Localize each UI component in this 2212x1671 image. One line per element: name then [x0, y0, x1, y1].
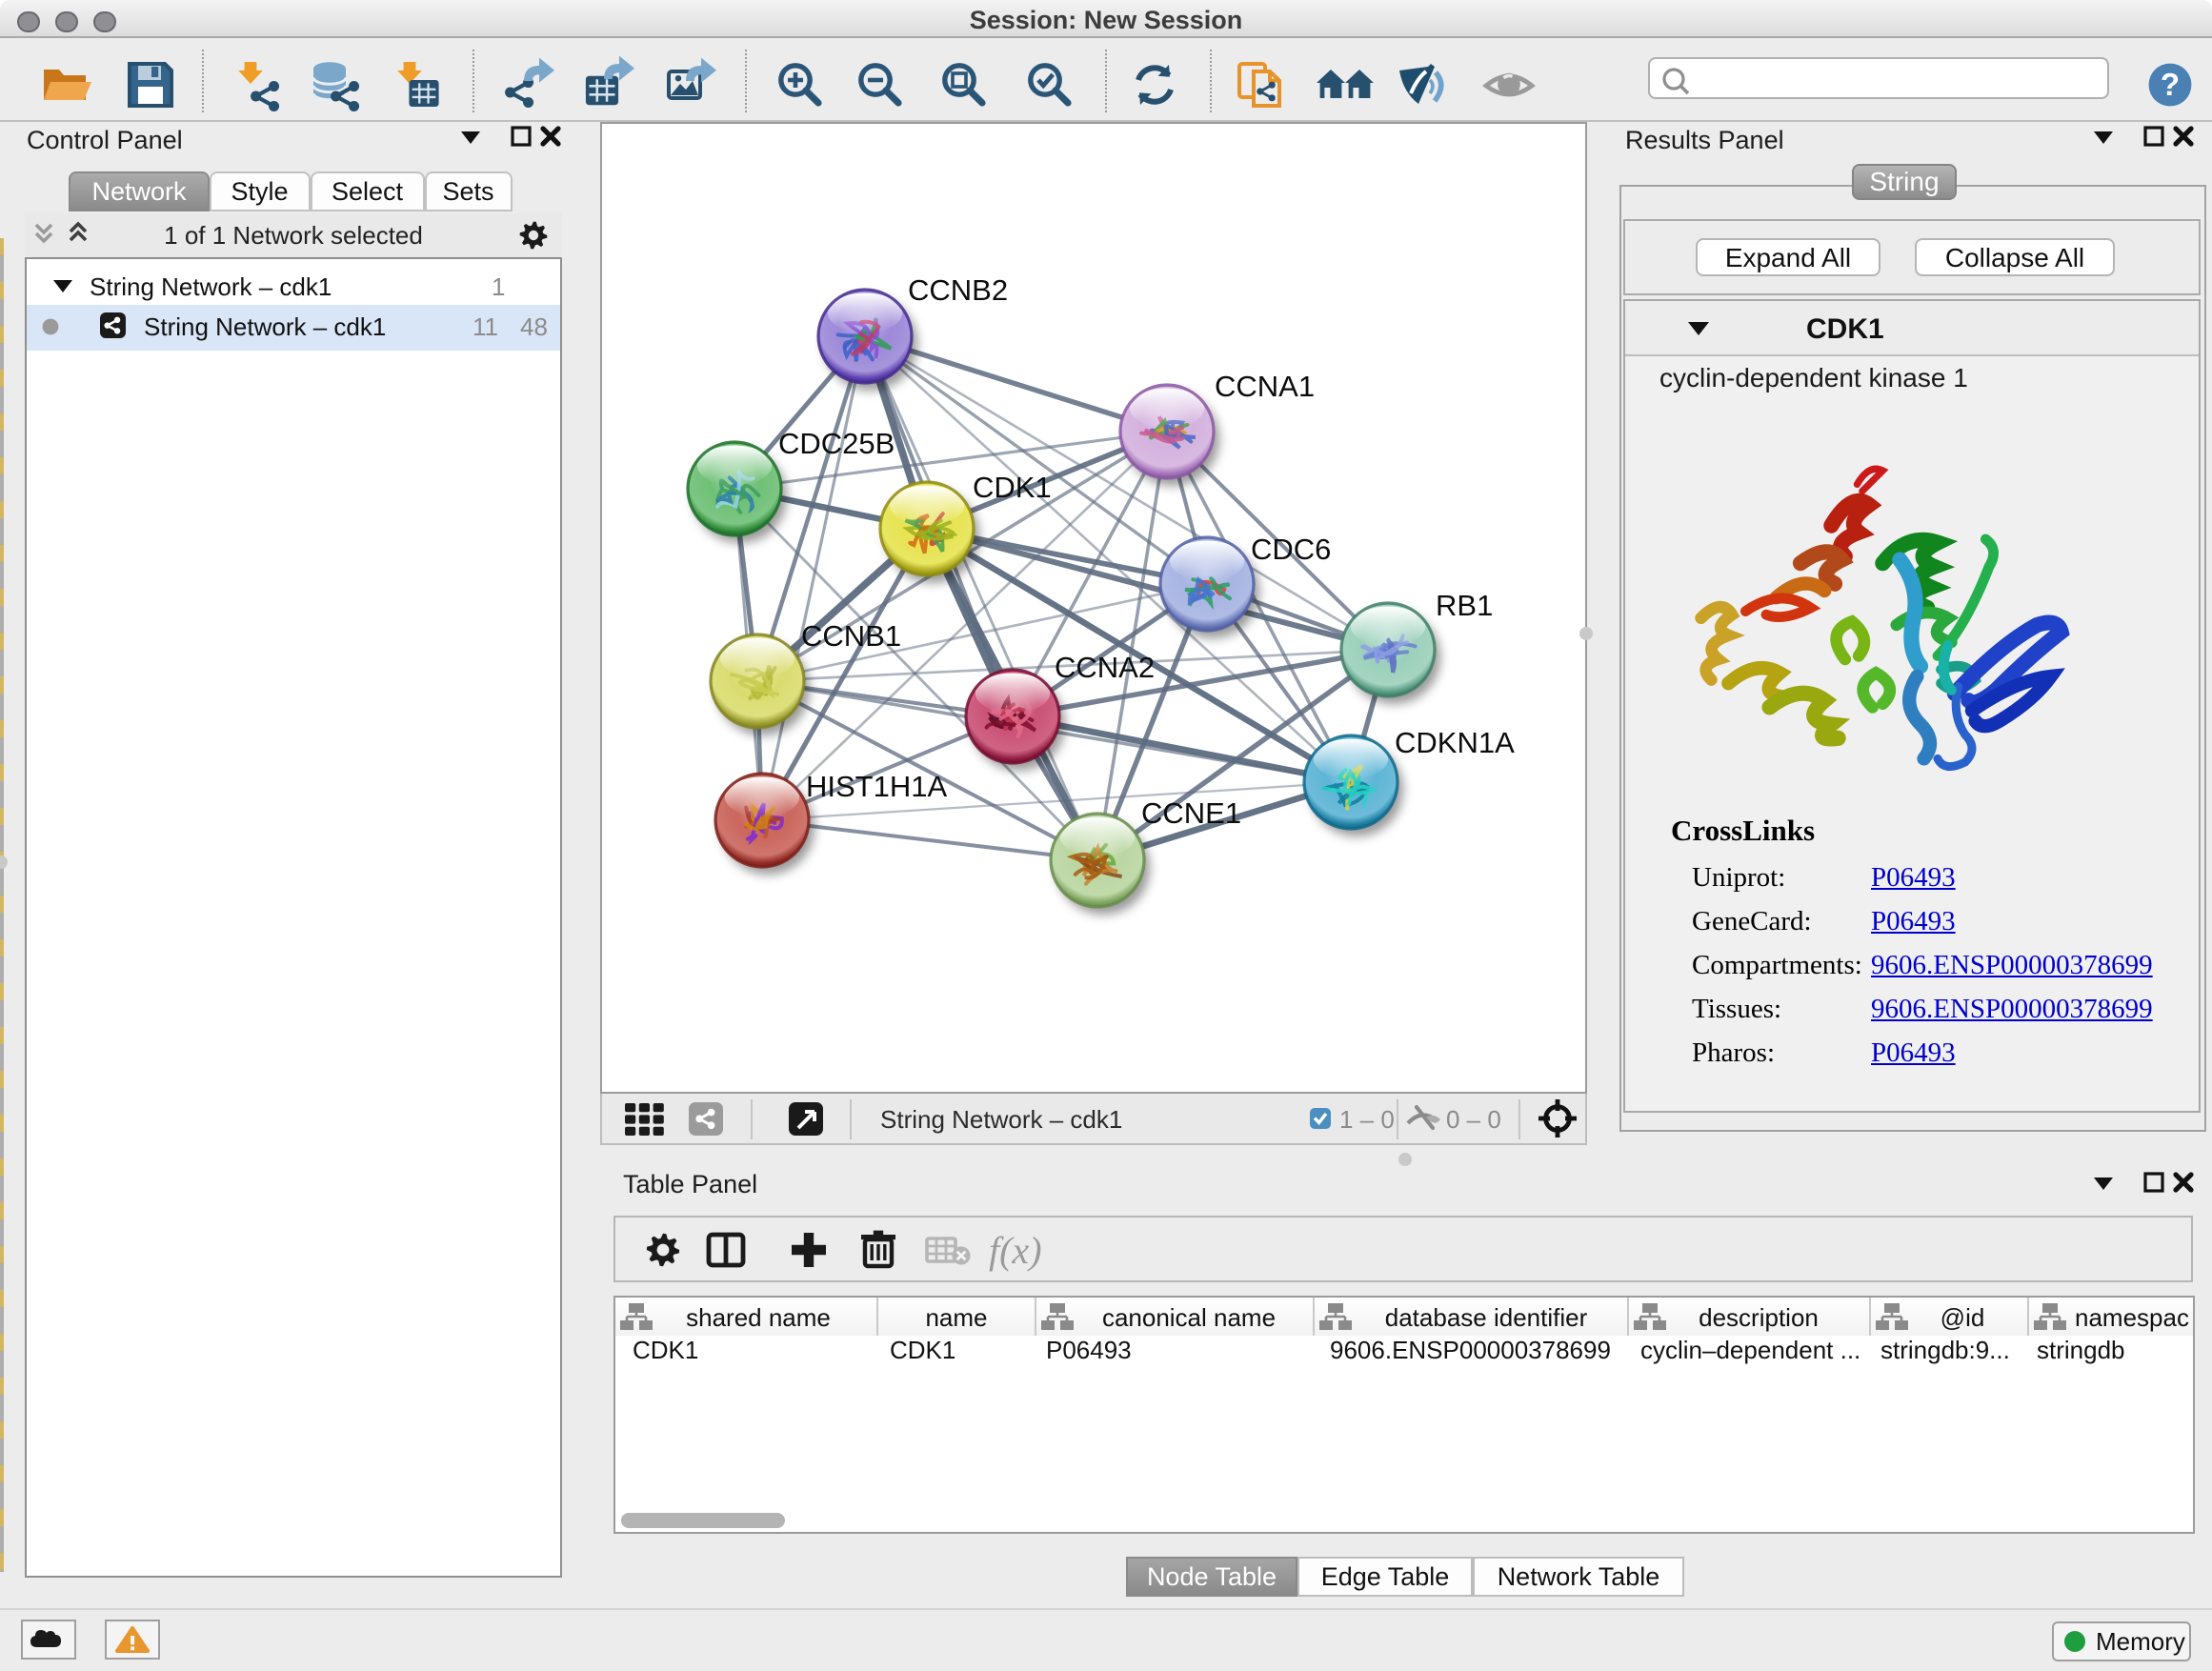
svg-text:CDK1: CDK1: [1806, 313, 1884, 345]
svg-text:database identifier: database identifier: [1385, 1303, 1588, 1332]
svg-text:shared name: shared name: [685, 1303, 830, 1332]
svg-text:CDK1: CDK1: [972, 470, 1051, 503]
svg-text:1: 1: [492, 272, 505, 300]
svg-text:description: description: [1699, 1303, 1819, 1332]
svg-text:@id: @id: [1941, 1303, 1985, 1332]
svg-text:RB1: RB1: [1435, 588, 1492, 621]
svg-text:1 of 1 Network selected: 1 of 1 Network selected: [164, 220, 423, 249]
svg-text:canonical name: canonical name: [1101, 1303, 1275, 1332]
svg-text:String Network – cdk1: String Network – cdk1: [879, 1104, 1121, 1133]
svg-text:?: ?: [2161, 66, 2180, 101]
svg-text:namespac: namespac: [2075, 1303, 2189, 1332]
svg-text:CCNB1: CCNB1: [800, 618, 900, 652]
svg-text:0 – 0: 0 – 0: [1445, 1104, 1500, 1133]
svg-text:CCNB2: CCNB2: [907, 272, 1007, 306]
svg-text:CCNA2: CCNA2: [1054, 650, 1154, 683]
svg-text:String Network – cdk1: String Network – cdk1: [90, 272, 332, 300]
svg-text:11: 11: [473, 312, 498, 341]
svg-text:CDC6: CDC6: [1250, 532, 1330, 565]
svg-text:CCNE1: CCNE1: [1140, 795, 1240, 829]
svg-text:CDKN1A: CDKN1A: [1394, 725, 1514, 758]
svg-text:1 – 0: 1 – 0: [1338, 1104, 1394, 1133]
svg-text:f(x): f(x): [988, 1229, 1041, 1272]
svg-text:CCNA1: CCNA1: [1214, 369, 1314, 402]
svg-text:CDC25B: CDC25B: [777, 426, 894, 459]
svg-text:name: name: [925, 1303, 987, 1332]
svg-text:String Network – cdk1: String Network – cdk1: [144, 312, 386, 341]
svg-text:HIST1H1A: HIST1H1A: [805, 769, 946, 802]
svg-text:Memory: Memory: [2096, 1626, 2185, 1655]
svg-text:48: 48: [520, 312, 548, 341]
